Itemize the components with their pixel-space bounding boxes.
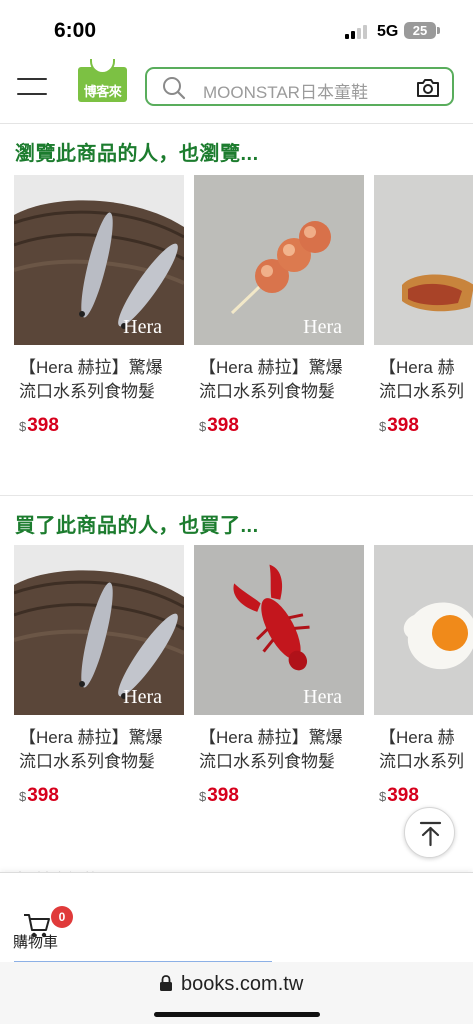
product-name-line1: 【Hera 赫 [379, 358, 455, 377]
product-name-line2: 流口水系列食物髮 [199, 382, 335, 401]
product-name: 【Hera 赫拉】驚爆 流口水系列食物髮 [199, 356, 374, 404]
section-title-browsed: 瀏覽此商品的人，也瀏覽... [15, 143, 259, 165]
product-card[interactable]: Hera 【Hera 赫拉】驚爆 流口水系列食物髮 $398 [14, 175, 184, 436]
product-price: $398 [19, 785, 59, 807]
signal-strength-icon [345, 25, 369, 39]
currency-symbol: $ [379, 419, 387, 434]
price-value: 398 [207, 415, 239, 436]
product-name: 【Hera 赫拉】驚爆 流口水系列食物髮 [19, 726, 194, 774]
product-image[interactable]: Hera [194, 175, 364, 345]
cart-label[interactable]: 購物車 [13, 931, 58, 952]
battery-icon: 25 [404, 22, 440, 39]
product-name-line2: 流口水系列 [379, 382, 464, 401]
url-domain: books.com.tw [181, 973, 304, 995]
product-name: 【Hera 赫 流口水系列 [379, 726, 473, 774]
logo-text: 博客來 [83, 84, 122, 99]
cart-count-badge: 0 [51, 906, 73, 928]
currency-symbol: $ [19, 789, 27, 804]
price-value: 398 [387, 415, 419, 436]
product-name: 【Hera 赫拉】驚爆 流口水系列食物髮 [19, 356, 194, 404]
product-card[interactable]: 【Hera 赫 流口水系列 $398 [374, 175, 473, 436]
page: 6:00 5G 25 博客來 MOONSTAR日本童鞋 瀏覽此商品的人，也瀏覽.… [0, 0, 473, 1024]
bottom-bar: 0 購物車 [0, 872, 473, 962]
header: 博客來 MOONSTAR日本童鞋 [0, 58, 473, 124]
status-time: 6:00 [54, 19, 97, 42]
browser-url-bar[interactable]: books.com.tw [0, 962, 473, 1024]
scroll-to-top-button[interactable] [404, 807, 455, 858]
price-value: 398 [27, 785, 59, 806]
product-name: 【Hera 赫 流口水系列 [379, 356, 473, 404]
arrow-up-icon [419, 821, 442, 847]
product-image[interactable] [374, 175, 473, 345]
product-price: $398 [379, 785, 419, 807]
product-name-line2: 流口水系列食物髮 [19, 752, 155, 771]
currency-symbol: $ [199, 789, 207, 804]
product-image[interactable]: Hera [14, 175, 184, 345]
product-card[interactable]: Hera 【Hera 赫拉】驚爆 流口水系列食物髮 $398 [14, 545, 184, 806]
price-value: 398 [387, 785, 419, 806]
camera-icon[interactable] [415, 77, 441, 99]
product-card[interactable]: Hera 【Hera 赫拉】驚爆 流口水系列食物髮 $398 [194, 545, 364, 806]
product-name-line1: 【Hera 赫拉】驚爆 [199, 358, 343, 377]
product-card[interactable]: 【Hera 赫 流口水系列 $398 [374, 545, 473, 806]
logo[interactable]: 博客來 [78, 59, 127, 102]
product-name-line2: 流口水系列食物髮 [199, 752, 335, 771]
menu-icon[interactable] [17, 76, 49, 98]
product-price: $398 [199, 785, 239, 807]
product-name: 【Hera 赫拉】驚爆 流口水系列食物髮 [199, 726, 374, 774]
section-divider [0, 495, 473, 496]
product-image[interactable]: Hera [194, 545, 364, 715]
price-value: 398 [207, 785, 239, 806]
watermark: Hera [123, 686, 162, 708]
product-name-line2: 流口水系列 [379, 752, 464, 771]
product-price: $398 [19, 415, 59, 437]
status-bar: 6:00 5G 25 [0, 0, 473, 58]
product-card[interactable]: Hera 【Hera 赫拉】驚爆 流口水系列食物髮 $398 [194, 175, 364, 436]
search-placeholder: MOONSTAR日本童鞋 [203, 83, 368, 102]
home-indicator[interactable] [154, 1012, 320, 1017]
lock-icon [160, 975, 172, 991]
product-price: $398 [199, 415, 239, 437]
currency-symbol: $ [19, 419, 27, 434]
currency-symbol: $ [199, 419, 207, 434]
product-image[interactable]: Hera [14, 545, 184, 715]
price-value: 398 [27, 415, 59, 436]
logo-smile-icon [90, 59, 115, 74]
search-icon [163, 77, 186, 100]
watermark: Hera [303, 316, 342, 338]
search-input[interactable]: MOONSTAR日本童鞋 [145, 67, 454, 106]
product-name-line1: 【Hera 赫拉】驚爆 [19, 728, 163, 747]
network-type: 5G [377, 23, 399, 40]
battery-level: 25 [412, 23, 428, 38]
product-name-line1: 【Hera 赫拉】驚爆 [19, 358, 163, 377]
section-title-bought: 買了此商品的人，也買了... [15, 515, 259, 537]
watermark: Hera [123, 316, 162, 338]
product-name-line1: 【Hera 赫 [379, 728, 455, 747]
product-image[interactable] [374, 545, 473, 715]
watermark: Hera [303, 686, 342, 708]
product-name-line2: 流口水系列食物髮 [19, 382, 155, 401]
product-name-line1: 【Hera 赫拉】驚爆 [199, 728, 343, 747]
currency-symbol: $ [379, 789, 387, 804]
product-price: $398 [379, 415, 419, 437]
